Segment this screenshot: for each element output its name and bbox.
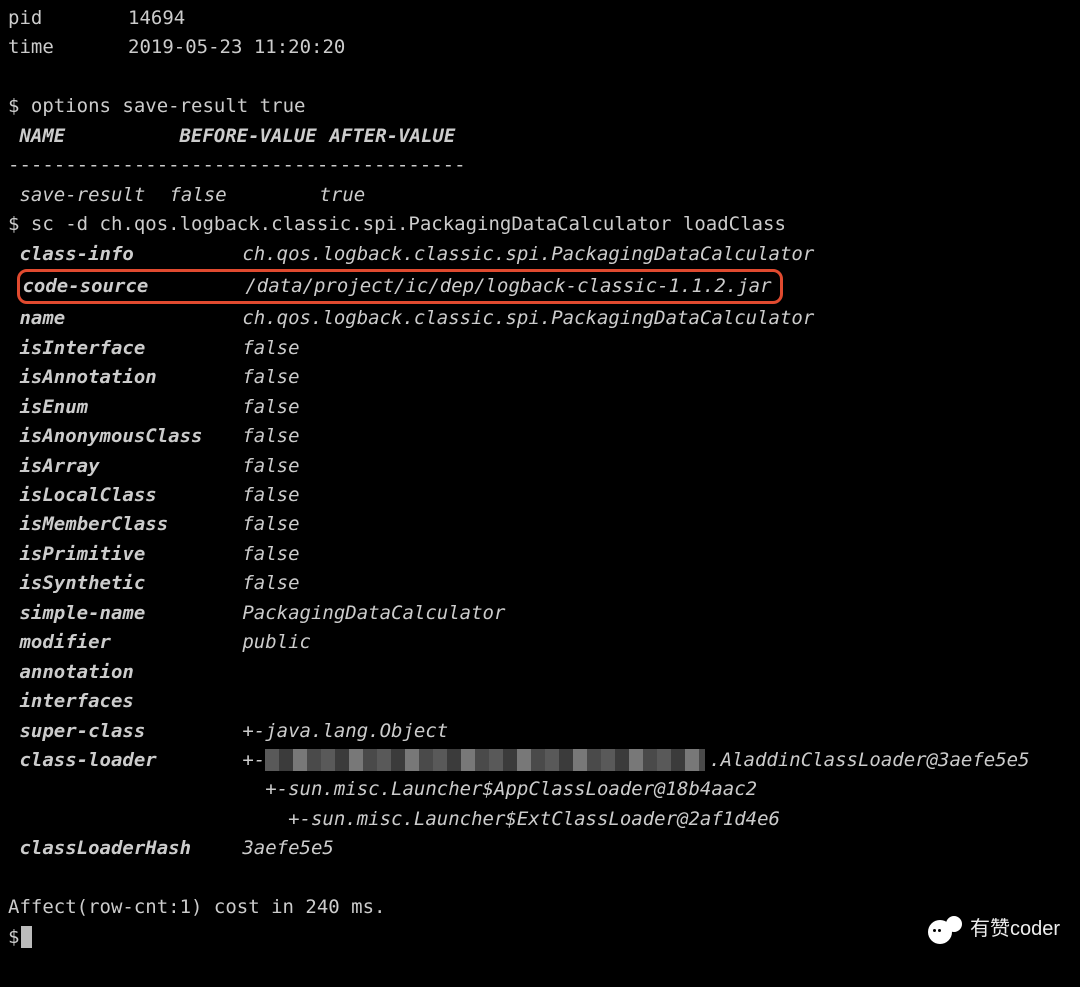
redacted-region bbox=[265, 749, 705, 771]
options-row: save-resultfalsetrue bbox=[8, 181, 1072, 210]
row-modifier: modifier public bbox=[8, 628, 1072, 657]
cursor bbox=[21, 926, 32, 948]
row-name: name ch.qos.logback.classic.spi.Packagin… bbox=[8, 304, 1072, 333]
wechat-icon bbox=[928, 916, 962, 944]
row-isPrimitive: isPrimitive false bbox=[8, 540, 1072, 569]
options-table-header: NAMEBEFORE-VALUEAFTER-VALUE bbox=[8, 122, 1072, 151]
row-annotation: annotation bbox=[8, 658, 1072, 687]
row-class-info: class-info ch.qos.logback.classic.spi.Pa… bbox=[8, 240, 1072, 269]
row-isAnonymousClass: isAnonymousClass false bbox=[8, 422, 1072, 451]
row-isSynthetic: isSynthetic false bbox=[8, 569, 1072, 598]
header-time: time2019-05-23 11:20:20 bbox=[8, 33, 1072, 62]
row-isEnum: isEnum false bbox=[8, 393, 1072, 422]
row-classLoaderHash: classLoaderHash 3aefe5e5 bbox=[8, 834, 1072, 863]
row-simple-name: simple-name PackagingDataCalculator bbox=[8, 599, 1072, 628]
row-isArray: isArray false bbox=[8, 452, 1072, 481]
options-command: $ options save-result true bbox=[8, 92, 1072, 121]
prompt-line[interactable]: $ bbox=[8, 923, 1072, 952]
row-class-loader-3: +-sun.misc.Launcher$ExtClassLoader@2af1d… bbox=[8, 805, 1072, 834]
row-isLocalClass: isLocalClass false bbox=[8, 481, 1072, 510]
row-super-class: super-class +-java.lang.Object bbox=[8, 717, 1072, 746]
row-interfaces: interfaces bbox=[8, 687, 1072, 716]
row-isInterface: isInterface false bbox=[8, 334, 1072, 363]
row-code-source: code-source /data/project/ic/dep/logback… bbox=[8, 269, 1072, 304]
row-class-loader-2: +-sun.misc.Launcher$AppClassLoader@18b4a… bbox=[8, 775, 1072, 804]
watermark: 有赞coder bbox=[928, 914, 1060, 945]
row-isMemberClass: isMemberClass false bbox=[8, 510, 1072, 539]
sc-command: $ sc -d ch.qos.logback.classic.spi.Packa… bbox=[8, 210, 1072, 239]
row-isAnnotation: isAnnotation false bbox=[8, 363, 1072, 392]
affect-line: Affect(row-cnt:1) cost in 240 ms. bbox=[8, 893, 1072, 922]
row-class-loader: class-loader +-.AladdinClassLoader@3aefe… bbox=[8, 746, 1072, 775]
header-pid: pid14694 bbox=[8, 4, 1072, 33]
separator: ---------------------------------------- bbox=[8, 151, 1072, 180]
